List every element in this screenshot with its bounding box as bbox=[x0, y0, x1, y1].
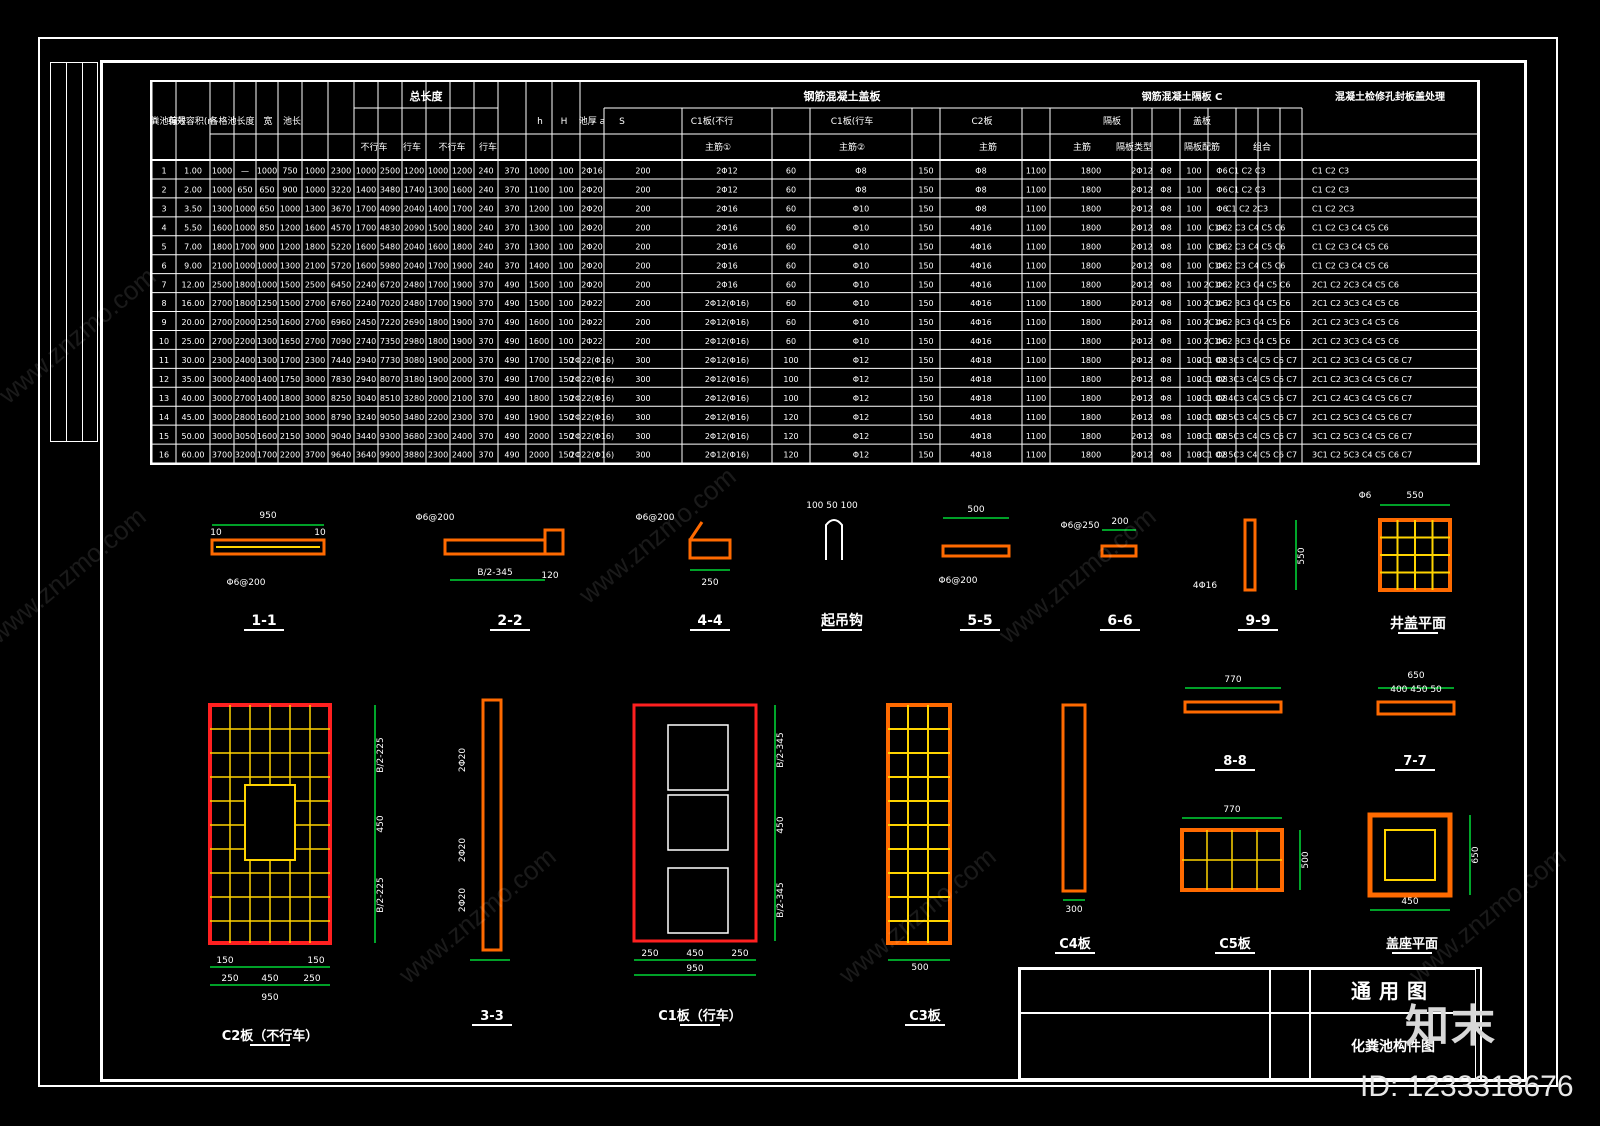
section-label: C4板 bbox=[1059, 936, 1092, 952]
dimension-text: 450 bbox=[261, 974, 278, 984]
dimension-text: 500 bbox=[911, 963, 928, 973]
section-label: 4-4 bbox=[697, 613, 723, 629]
section-label: 起吊钩 bbox=[820, 612, 863, 629]
dimension-text: 450 bbox=[686, 949, 703, 959]
dimension-text: 950 bbox=[686, 964, 703, 974]
dimension-text: 650 bbox=[1407, 671, 1424, 681]
opening-outline bbox=[244, 784, 296, 861]
dimension-text: 120 bbox=[541, 571, 558, 581]
dimension-text: 2Φ20 bbox=[458, 838, 468, 863]
dimension-text: 650 bbox=[1471, 846, 1481, 863]
slab-outline bbox=[688, 538, 732, 560]
slab-outline bbox=[1061, 703, 1087, 893]
dimension-text: 450 bbox=[776, 816, 786, 833]
slab-outline bbox=[1243, 518, 1257, 592]
dimension-text: 2Φ20 bbox=[458, 748, 468, 773]
dimension-text: B/2-345 bbox=[477, 568, 512, 578]
title-block-meta bbox=[1270, 1013, 1310, 1079]
dimension-text: 950 bbox=[261, 993, 278, 1003]
section-label: 2-2 bbox=[497, 613, 522, 629]
dimension-text: 500 bbox=[967, 505, 984, 515]
section-label: C3板 bbox=[909, 1008, 942, 1024]
slab-outline bbox=[1183, 700, 1283, 714]
watermark-id: ID: 1233318676 bbox=[1360, 1070, 1574, 1103]
dimension-text: Φ6 bbox=[1359, 491, 1372, 501]
title-block-blank bbox=[1020, 969, 1270, 1013]
dimension-text: Φ6@200 bbox=[227, 578, 266, 588]
section-label: 井盖平面 bbox=[1390, 615, 1446, 632]
dimension-text: Φ6@200 bbox=[416, 513, 455, 523]
dimension-text: 250 bbox=[701, 578, 718, 588]
slab-outline bbox=[632, 703, 758, 943]
dimension-text: B/2-225 bbox=[376, 737, 386, 772]
dimension-text: Φ6@200 bbox=[939, 576, 978, 586]
dimension-text: B/2-345 bbox=[776, 882, 786, 917]
slab-outline bbox=[443, 538, 547, 556]
slab-outline bbox=[1376, 700, 1456, 716]
title-block-code bbox=[1270, 969, 1310, 1013]
section-label: 7-7 bbox=[1403, 754, 1427, 769]
section-label: 3-3 bbox=[480, 1009, 504, 1024]
dimension-text: B/2-225 bbox=[376, 877, 386, 912]
cover-seat-inner bbox=[1384, 829, 1436, 881]
dimension-text: 550 bbox=[1297, 547, 1307, 564]
dimension-text: 550 bbox=[1406, 491, 1423, 501]
dimension-text: 250 bbox=[641, 949, 658, 959]
slab-outline bbox=[941, 544, 1011, 558]
dimension-text: 770 bbox=[1224, 675, 1241, 685]
dimension-text: 450 bbox=[376, 815, 386, 832]
dimension-text: 450 bbox=[1401, 897, 1418, 907]
dimension-text: 150 bbox=[307, 956, 324, 966]
cover-seat-outline bbox=[1367, 812, 1453, 898]
opening-outline bbox=[667, 794, 729, 851]
dimension-text: 100 50 100 bbox=[806, 501, 858, 511]
dimension-text: Φ6@250 bbox=[1061, 521, 1100, 531]
dimension-text: 950 bbox=[259, 511, 276, 521]
dimension-text: B/2-345 bbox=[776, 732, 786, 767]
dimension-text: 250 bbox=[303, 974, 320, 984]
section-label: C5板 bbox=[1219, 936, 1252, 952]
dimension-text: 770 bbox=[1223, 805, 1240, 815]
title-block-signatures bbox=[1020, 1013, 1270, 1079]
section-label: C2板（不行车） bbox=[222, 1028, 319, 1044]
section-label: 1-1 bbox=[251, 613, 276, 629]
dimension-text: 400 450 50 bbox=[1390, 685, 1442, 695]
dimension-text: 250 bbox=[221, 974, 238, 984]
dimension-text: 10 bbox=[210, 528, 222, 538]
dimension-text: 300 bbox=[1065, 905, 1082, 915]
section-label: C1板（行车） bbox=[658, 1008, 742, 1024]
opening-outline bbox=[667, 724, 729, 791]
dimension-text: 150 bbox=[216, 956, 233, 966]
section-label: 5-5 bbox=[967, 613, 992, 629]
section-label: 6-6 bbox=[1107, 613, 1132, 629]
opening-outline bbox=[667, 867, 729, 934]
lifting-hook bbox=[825, 519, 843, 560]
dimension-text: 4Φ16 bbox=[1193, 581, 1218, 591]
section-label: 8-8 bbox=[1223, 754, 1247, 769]
slab-outline bbox=[543, 528, 565, 556]
dimension-text: 10 bbox=[314, 528, 326, 538]
dimension-text: 500 bbox=[1301, 851, 1311, 868]
section-label: 9-9 bbox=[1245, 613, 1270, 629]
drawing-sheet: 950 10 10 Φ6@200 1-1 B/2-345 Φ6@200 120 2-2 250 Φ6… bbox=[208, 491, 1481, 1046]
watermark-logo: 知末 bbox=[1405, 1001, 1497, 1052]
dimension-text: 250 bbox=[731, 949, 748, 959]
